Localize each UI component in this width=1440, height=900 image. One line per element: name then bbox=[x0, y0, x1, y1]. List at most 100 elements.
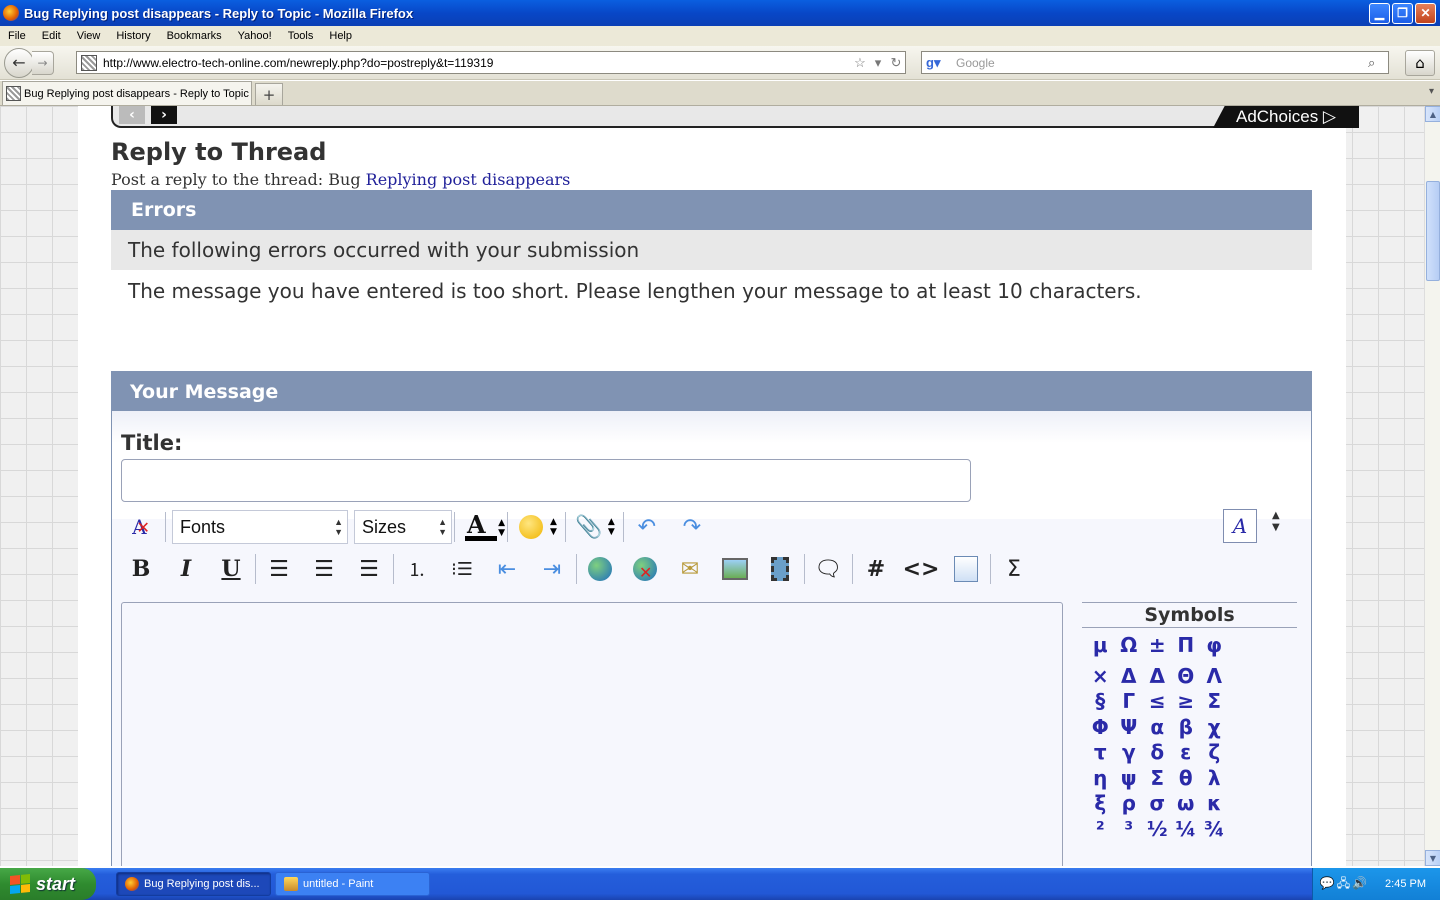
symbol-button[interactable]: ≤ bbox=[1143, 689, 1172, 715]
url-text[interactable]: http://www.electro-tech-online.com/newre… bbox=[103, 56, 851, 70]
symbol-button[interactable]: ² bbox=[1086, 817, 1115, 843]
maximize-button[interactable]: ❐ bbox=[1392, 2, 1413, 24]
search-input[interactable]: Google bbox=[956, 56, 1368, 70]
align-right-icon[interactable]: ☰ bbox=[352, 552, 386, 586]
symbol-button[interactable]: ζ bbox=[1200, 740, 1229, 766]
bookmark-star-icon[interactable]: ☆ bbox=[851, 55, 869, 71]
menu-file[interactable]: File bbox=[0, 30, 34, 42]
symbol-button[interactable]: η bbox=[1086, 766, 1115, 792]
address-bar[interactable]: http://www.electro-tech-online.com/newre… bbox=[76, 51, 906, 74]
search-icon[interactable]: ⌕ bbox=[1368, 55, 1388, 71]
remove-format-icon[interactable]: A ✕ bbox=[124, 510, 158, 544]
menu-yahoo[interactable]: Yahoo! bbox=[230, 30, 280, 42]
symbol-button[interactable]: α bbox=[1143, 715, 1172, 741]
symbol-button[interactable]: ω bbox=[1172, 791, 1201, 817]
menu-view[interactable]: View bbox=[69, 30, 109, 42]
size-select[interactable]: Sizes ▲ ▼ bbox=[354, 510, 452, 544]
clock[interactable]: 2:45 PM bbox=[1385, 878, 1426, 890]
menu-bookmarks[interactable]: Bookmarks bbox=[159, 30, 230, 42]
symbol-button[interactable]: ≥ bbox=[1172, 689, 1201, 715]
symbol-button[interactable]: ξ bbox=[1086, 791, 1115, 817]
symbol-button[interactable]: τ bbox=[1086, 740, 1115, 766]
ad-prev-icon[interactable]: ‹ bbox=[119, 106, 145, 124]
symbol-button[interactable]: Δ bbox=[1143, 664, 1172, 690]
back-button[interactable]: ← bbox=[4, 47, 34, 78]
php-code-icon[interactable] bbox=[949, 552, 983, 586]
symbol-button[interactable]: γ bbox=[1115, 740, 1144, 766]
ad-next-icon[interactable]: › bbox=[151, 106, 177, 124]
insert-image-icon[interactable] bbox=[718, 552, 752, 586]
indent-icon[interactable]: ⇥ bbox=[535, 552, 569, 586]
scroll-down-icon[interactable]: ▼ bbox=[1425, 850, 1440, 866]
symbol-button[interactable]: ψ bbox=[1115, 766, 1144, 792]
symbol-button[interactable]: Π bbox=[1172, 633, 1201, 659]
underline-icon[interactable]: U bbox=[214, 552, 248, 586]
quote-icon[interactable]: 🗨 bbox=[811, 552, 845, 586]
close-button[interactable]: ✕ bbox=[1415, 2, 1436, 24]
symbol-button[interactable]: § bbox=[1086, 689, 1115, 715]
insert-link-icon[interactable] bbox=[583, 552, 617, 586]
symbol-button[interactable]: κ bbox=[1200, 791, 1229, 817]
symbol-button[interactable]: θ bbox=[1172, 766, 1201, 792]
symbol-button[interactable]: ε bbox=[1172, 740, 1201, 766]
symbol-button[interactable]: ½ bbox=[1143, 817, 1172, 843]
symbol-button[interactable]: Σ bbox=[1143, 766, 1172, 792]
attachment-icon[interactable]: 📎 bbox=[572, 510, 606, 544]
home-button[interactable]: ⌂ bbox=[1405, 50, 1435, 76]
ordered-list-icon[interactable]: ⒈ bbox=[400, 552, 434, 586]
tab-active[interactable]: Bug Replying post disappears - Reply to … bbox=[2, 81, 252, 105]
remove-link-icon[interactable]: ✕ bbox=[628, 552, 662, 586]
smilies-arrows-icon[interactable]: ▲ ▼ bbox=[550, 517, 557, 537]
symbol-button[interactable]: Θ bbox=[1172, 664, 1201, 690]
message-editor[interactable] bbox=[121, 602, 1063, 866]
window-title-bar[interactable]: Bug Replying post disappears - Reply to … bbox=[0, 0, 1440, 26]
symbol-button[interactable]: β bbox=[1172, 715, 1201, 741]
ad-banner[interactable]: ‹ › AdChoices ▷ bbox=[111, 106, 1359, 128]
symbol-button[interactable]: ¼ bbox=[1172, 817, 1201, 843]
symbol-button[interactable]: ³ bbox=[1115, 817, 1144, 843]
menu-history[interactable]: History bbox=[108, 30, 158, 42]
italic-icon[interactable]: I bbox=[169, 552, 203, 586]
new-tab-button[interactable]: + bbox=[255, 83, 283, 105]
vertical-scrollbar[interactable]: ▲ ▼ bbox=[1424, 106, 1440, 866]
symbol-button[interactable]: φ bbox=[1200, 633, 1229, 659]
symbol-button[interactable]: Ω bbox=[1115, 633, 1144, 659]
symbol-button[interactable]: Λ bbox=[1200, 664, 1229, 690]
code-hash-icon[interactable]: # bbox=[859, 552, 893, 586]
symbol-button[interactable]: Ψ bbox=[1115, 715, 1144, 741]
taskbar-item-firefox[interactable]: Bug Replying post dis... bbox=[116, 872, 271, 896]
start-button[interactable]: start bbox=[0, 868, 96, 900]
page-viewport[interactable]: ‹ › AdChoices ▷ Reply to Thread Post a r… bbox=[0, 106, 1424, 866]
bold-icon[interactable]: B bbox=[124, 552, 158, 586]
symbol-button[interactable]: ¾ bbox=[1200, 817, 1229, 843]
undo-icon[interactable]: ↶ bbox=[630, 510, 664, 544]
menu-edit[interactable]: Edit bbox=[34, 30, 69, 42]
attachment-arrows-icon[interactable]: ▲ ▼ bbox=[608, 517, 615, 537]
symbol-button[interactable]: Φ bbox=[1086, 715, 1115, 741]
unordered-list-icon[interactable]: ⁝☰ bbox=[445, 552, 479, 586]
symbol-button[interactable]: λ bbox=[1200, 766, 1229, 792]
symbol-button[interactable]: ρ bbox=[1115, 791, 1144, 817]
insert-video-icon[interactable] bbox=[763, 552, 797, 586]
html-code-icon[interactable]: <> bbox=[903, 552, 940, 586]
align-center-icon[interactable]: ☰ bbox=[307, 552, 341, 586]
forward-button[interactable]: → bbox=[32, 50, 54, 75]
adchoices-link[interactable]: AdChoices ▷ bbox=[1213, 106, 1359, 128]
outdent-icon[interactable]: ⇤ bbox=[490, 552, 524, 586]
scrollbar-thumb[interactable] bbox=[1426, 181, 1440, 281]
menu-help[interactable]: Help bbox=[321, 30, 360, 42]
taskbar-item-paint[interactable]: untitled - Paint bbox=[275, 872, 430, 896]
symbol-button[interactable]: δ bbox=[1143, 740, 1172, 766]
smilies-icon[interactable] bbox=[514, 510, 548, 544]
symbol-button[interactable]: Σ bbox=[1200, 689, 1229, 715]
symbol-button[interactable]: Δ bbox=[1115, 664, 1144, 690]
text-color-button[interactable]: A ▲ ▼ bbox=[461, 510, 505, 544]
scroll-up-icon[interactable]: ▲ bbox=[1425, 106, 1440, 122]
symbol-button[interactable]: μ bbox=[1086, 633, 1115, 659]
title-input[interactable] bbox=[121, 459, 971, 502]
resize-editor-icon[interactable]: ▲ ▼ bbox=[1272, 510, 1280, 534]
reload-icon[interactable]: ↻ bbox=[887, 55, 905, 71]
tab-list-icon[interactable]: ▾ bbox=[1429, 86, 1434, 97]
url-dropdown-icon[interactable]: ▾ bbox=[869, 55, 887, 71]
minimize-button[interactable]: ▁ bbox=[1369, 2, 1390, 24]
